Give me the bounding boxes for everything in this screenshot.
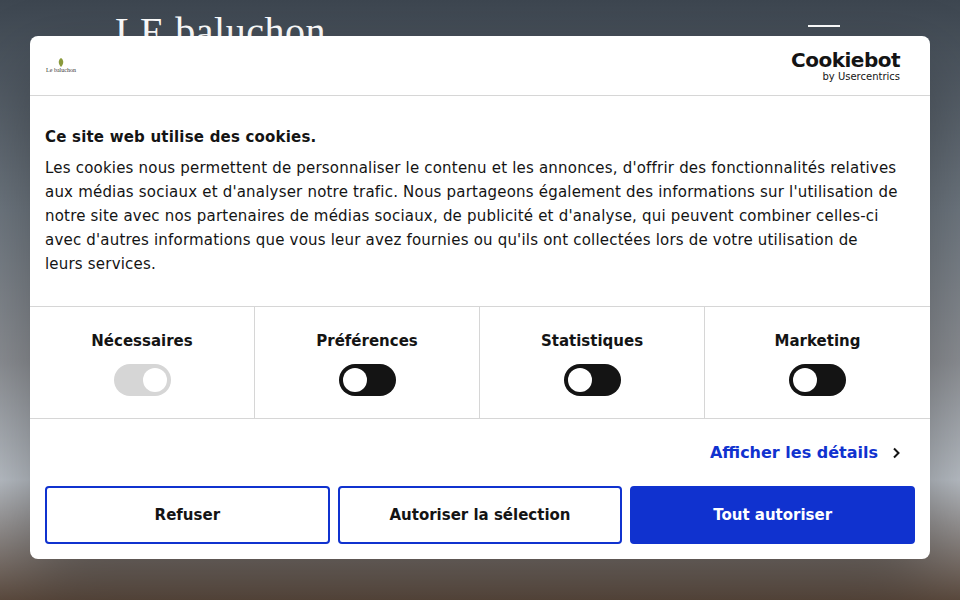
category-item: Marketing <box>705 307 930 418</box>
category-label: Nécessaires <box>91 332 192 350</box>
category-item: Statistiques <box>480 307 705 418</box>
category-item: Nécessaires <box>30 307 255 418</box>
dialog-title: Ce site web utilise des cookies. <box>45 128 900 146</box>
category-toggle[interactable] <box>564 364 621 396</box>
details-row: Afficher les détails <box>30 419 930 486</box>
brand-logo: Le baluchon <box>46 58 76 73</box>
category-label: Marketing <box>775 332 861 350</box>
button-row: RefuserAutoriser la sélectionTout autori… <box>30 486 930 544</box>
consent-button[interactable]: Tout autoriser <box>630 486 915 544</box>
category-label: Statistiques <box>541 332 643 350</box>
consent-button[interactable]: Refuser <box>45 486 330 544</box>
dialog-text: Les cookies nous permettent de personnal… <box>45 156 900 276</box>
page: LE baluchonLe baluchonCookiebotby Userce… <box>0 0 960 600</box>
category-toggle <box>114 364 171 396</box>
details-link[interactable]: Afficher les détails <box>710 443 900 462</box>
category-item: Préférences <box>255 307 480 418</box>
leaf-icon <box>57 58 65 67</box>
consent-button[interactable]: Autoriser la sélection <box>338 486 623 544</box>
category-label: Préférences <box>316 332 418 350</box>
dialog-header: Le baluchon Cookiebotby Usercentrics <box>30 36 930 96</box>
menu-icon[interactable] <box>808 8 840 27</box>
category-list: Nécessaires Préférences Statistiques Market… <box>30 306 930 419</box>
chevron-right-icon <box>892 447 900 459</box>
category-toggle[interactable] <box>789 364 846 396</box>
cookie-dialog: Le baluchon Cookiebotby Usercentrics Ce si… <box>30 36 930 559</box>
category-toggle[interactable] <box>339 364 396 396</box>
provider-logo[interactable]: Cookiebotby Usercentrics <box>791 50 900 82</box>
dialog-body: Ce site web utilise des cookies. Les cook… <box>30 96 930 306</box>
